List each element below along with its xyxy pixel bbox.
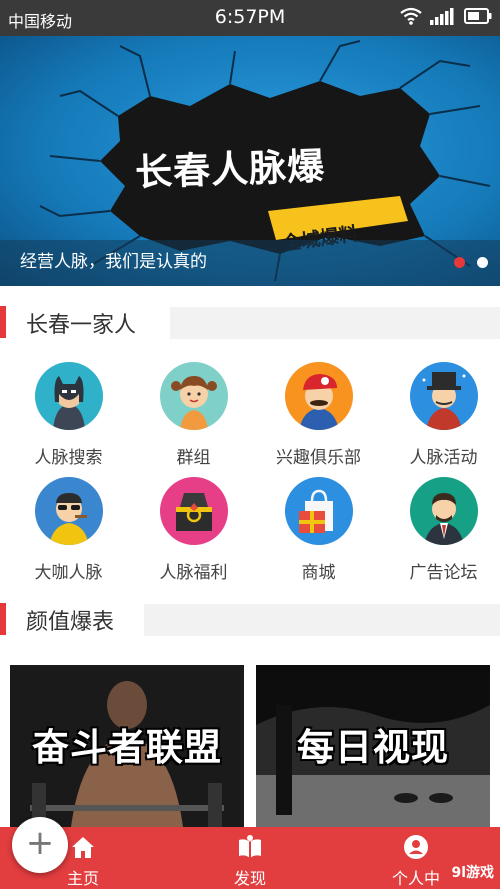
section-title: 颜值爆表 bbox=[26, 610, 115, 635]
grid-item-events[interactable]: 人脉活动 bbox=[381, 360, 500, 470]
nav-label: 发现 bbox=[233, 869, 266, 888]
ring-gift-icon bbox=[160, 477, 228, 545]
battery-icon bbox=[464, 8, 492, 24]
section-header-looks: 颜值爆表 bbox=[0, 601, 500, 637]
carousel-dot-2[interactable] bbox=[477, 257, 488, 268]
home-icon bbox=[72, 837, 94, 858]
wifi-icon bbox=[400, 7, 422, 25]
status-bar: 中国移动 6:57PM bbox=[0, 0, 500, 36]
user-icon bbox=[404, 835, 428, 859]
signal-icon bbox=[430, 8, 454, 25]
boss-avatar-icon bbox=[35, 477, 103, 545]
section-accent-bar bbox=[0, 603, 6, 635]
grid-item-label: 人脉搜索 bbox=[34, 448, 103, 468]
section-header-fill bbox=[144, 604, 500, 636]
carousel-indicator bbox=[454, 257, 488, 268]
section-header-fill bbox=[170, 307, 500, 339]
plus-icon: + bbox=[25, 823, 55, 863]
grid-item-contact-search[interactable]: 人脉搜索 bbox=[6, 360, 131, 470]
grid-item-label: 大咖人脉 bbox=[34, 563, 103, 583]
banner-carousel[interactable]: 长春人脉爆 全城爆料 经营人脉，我们是认真的 bbox=[0, 36, 500, 286]
grid-item-label: 商城 bbox=[301, 563, 336, 583]
grid-item-label: 群组 bbox=[176, 448, 211, 468]
banner-title: 长春人脉爆 bbox=[134, 144, 326, 195]
businessman-avatar-icon bbox=[410, 477, 478, 545]
card-title: 奋斗者联盟 bbox=[32, 726, 222, 769]
mario-avatar-icon bbox=[285, 362, 353, 430]
add-button[interactable]: + bbox=[12, 817, 68, 873]
section-title: 长春一家人 bbox=[26, 313, 137, 338]
card-title: 每日视现 bbox=[297, 726, 449, 769]
grid-item-interest-club[interactable]: 兴趣俱乐部 bbox=[256, 360, 381, 470]
system-icons bbox=[400, 7, 492, 25]
card-fighters-alliance[interactable]: 奋斗者联盟 bbox=[10, 665, 244, 835]
grid-item-benefits[interactable]: 人脉福利 bbox=[131, 475, 256, 585]
book-icon bbox=[239, 835, 261, 858]
grid-item-vip-contacts[interactable]: 大咖人脉 bbox=[6, 475, 131, 585]
grid-item-label: 人脉活动 bbox=[409, 448, 478, 468]
grid-item-label: 兴趣俱乐部 bbox=[276, 448, 361, 468]
batman-avatar-icon bbox=[35, 362, 103, 430]
nav-discover[interactable]: 发现 bbox=[190, 827, 310, 889]
bottom-nav: 主页 发现 个人中 bbox=[0, 827, 500, 889]
banner-caption: 经营人脉，我们是认真的 bbox=[20, 252, 207, 272]
watermark-logo: 9l游戏 bbox=[451, 865, 494, 881]
section-header-family: 长春一家人 bbox=[0, 304, 500, 340]
grid-item-groups[interactable]: 群组 bbox=[131, 360, 256, 470]
card-daily-vision[interactable]: 每日视现 bbox=[256, 665, 490, 835]
magician-avatar-icon bbox=[410, 362, 478, 430]
shopping-bag-icon bbox=[285, 477, 353, 545]
grid-item-label: 广告论坛 bbox=[409, 563, 478, 583]
carousel-dot-1[interactable] bbox=[454, 257, 465, 268]
grid-item-label: 人脉福利 bbox=[159, 563, 228, 583]
grid-item-ad-forum[interactable]: 广告论坛 bbox=[381, 475, 500, 585]
girl-avatar-icon bbox=[160, 362, 228, 430]
grid-item-mall[interactable]: 商城 bbox=[256, 475, 381, 585]
section-accent-bar bbox=[0, 306, 6, 338]
